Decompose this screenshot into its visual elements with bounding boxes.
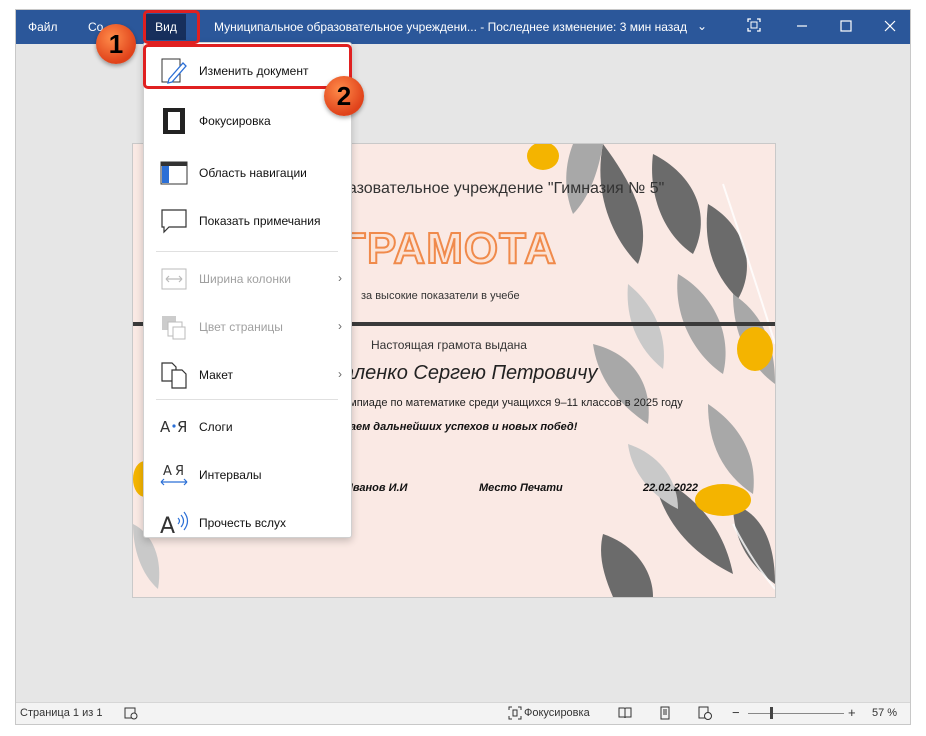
word-window: Файл Со Вид Муниципальное образовательно…: [16, 10, 910, 724]
menu-item-label: Показать примечания: [199, 214, 321, 228]
certificate-issued-to: Настоящая грамота выдана: [371, 338, 527, 352]
menu-item-label: Фокусировка: [199, 114, 271, 128]
step1-highlight: [143, 10, 200, 44]
certificate-title: ГРАМОТА: [340, 223, 557, 274]
file-menu[interactable]: Файл: [28, 20, 58, 34]
menu-item-show-comments[interactable]: Показать примечания: [145, 201, 350, 241]
svg-text:Я: Я: [177, 418, 187, 436]
maximize-icon[interactable]: [836, 17, 856, 37]
certificate-date: 22.02.2022: [643, 482, 699, 494]
minimize-icon[interactable]: [792, 17, 812, 37]
menu-separator: [156, 399, 338, 400]
menu-item-syllables[interactable]: AЯ Слоги: [145, 407, 350, 447]
certificate-organization: разовательное учреждение "Гимназия № 5": [339, 180, 665, 197]
print-layout-icon[interactable]: [658, 706, 672, 723]
menu-item-navigation-pane[interactable]: Область навигации: [145, 153, 350, 193]
certificate-subtitle: за высокие показатели в учебе: [361, 290, 520, 302]
focus-mode-icon[interactable]: [744, 17, 764, 37]
menu-separator: [156, 251, 338, 252]
syllables-icon: AЯ: [159, 413, 189, 441]
menu-item-label: Цвет страницы: [199, 320, 283, 334]
menu-item-column-width: Ширина колонки ›: [145, 259, 350, 299]
svg-text:A: A: [160, 418, 171, 436]
spacing-icon: AЯ: [159, 461, 189, 489]
menu-item-layout[interactable]: Макет ›: [145, 355, 350, 395]
menu-item-page-color: Цвет страницы ›: [145, 307, 350, 347]
certificate-recipient: аленко Сергею Петровичу: [343, 362, 598, 384]
navigation-pane-icon: [159, 159, 189, 187]
chevron-right-icon: ›: [338, 319, 342, 333]
focus-status-icon[interactable]: [508, 706, 522, 723]
step1-badge: 1: [96, 24, 136, 64]
title-chevron-icon[interactable]: ⌄: [692, 16, 712, 36]
menu-item-focus[interactable]: Фокусировка: [145, 101, 350, 141]
zoom-slider-track[interactable]: [748, 713, 844, 714]
menu-item-label: Интервалы: [199, 468, 262, 482]
menu-item-label: Ширина колонки: [199, 272, 291, 286]
comment-icon: [159, 207, 189, 235]
column-width-icon: [159, 265, 189, 293]
document-title[interactable]: Муниципальное образовательное учреждени.…: [214, 20, 687, 34]
svg-text:Я: Я: [175, 464, 184, 479]
zoom-out-button[interactable]: −: [732, 705, 740, 720]
certificate-wish: лаем дальнейших успехов и новых побед!: [343, 421, 578, 433]
web-layout-icon[interactable]: [698, 706, 712, 723]
zoom-level[interactable]: 57 %: [872, 707, 897, 719]
svg-text:A: A: [160, 514, 175, 537]
page-info[interactable]: Страница 1 из 1: [20, 707, 102, 719]
menu-item-label: Область навигации: [199, 166, 307, 180]
zoom-slider-thumb[interactable]: [770, 707, 773, 719]
certificate-stamp: Место Печати: [479, 482, 563, 494]
menu-item-spacing[interactable]: AЯ Интервалы: [145, 455, 350, 495]
zoom-in-button[interactable]: +: [848, 705, 856, 720]
certificate-reason: импиаде по математике среди учащихся 9–1…: [343, 397, 683, 409]
certificate-signer: Иванов И.И: [345, 482, 408, 494]
menu-item-label: Прочесть вслух: [199, 516, 286, 530]
step2-highlight: [143, 44, 352, 89]
read-mode-icon[interactable]: [618, 706, 632, 723]
status-bar: Страница 1 из 1 Фокусировка − + 57 %: [16, 702, 910, 724]
chevron-right-icon: ›: [338, 271, 342, 285]
page-color-icon: [159, 313, 189, 341]
read-aloud-icon: A: [159, 509, 189, 539]
accessibility-icon[interactable]: [124, 706, 138, 723]
layout-icon: [159, 361, 189, 389]
menu-item-label: Макет: [199, 368, 233, 382]
chevron-right-icon: ›: [338, 367, 342, 381]
menu-item-read-aloud[interactable]: A Прочесть вслух: [145, 503, 350, 543]
focus-icon: [159, 107, 189, 135]
view-dropdown-menu: Изменить документ Фокусировка Область на…: [143, 42, 352, 539]
svg-text:A: A: [163, 464, 172, 479]
focus-status-label[interactable]: Фокусировка: [524, 707, 590, 719]
step2-badge: 2: [324, 76, 364, 116]
close-icon[interactable]: [880, 17, 900, 37]
menu-item-label: Слоги: [199, 420, 233, 434]
